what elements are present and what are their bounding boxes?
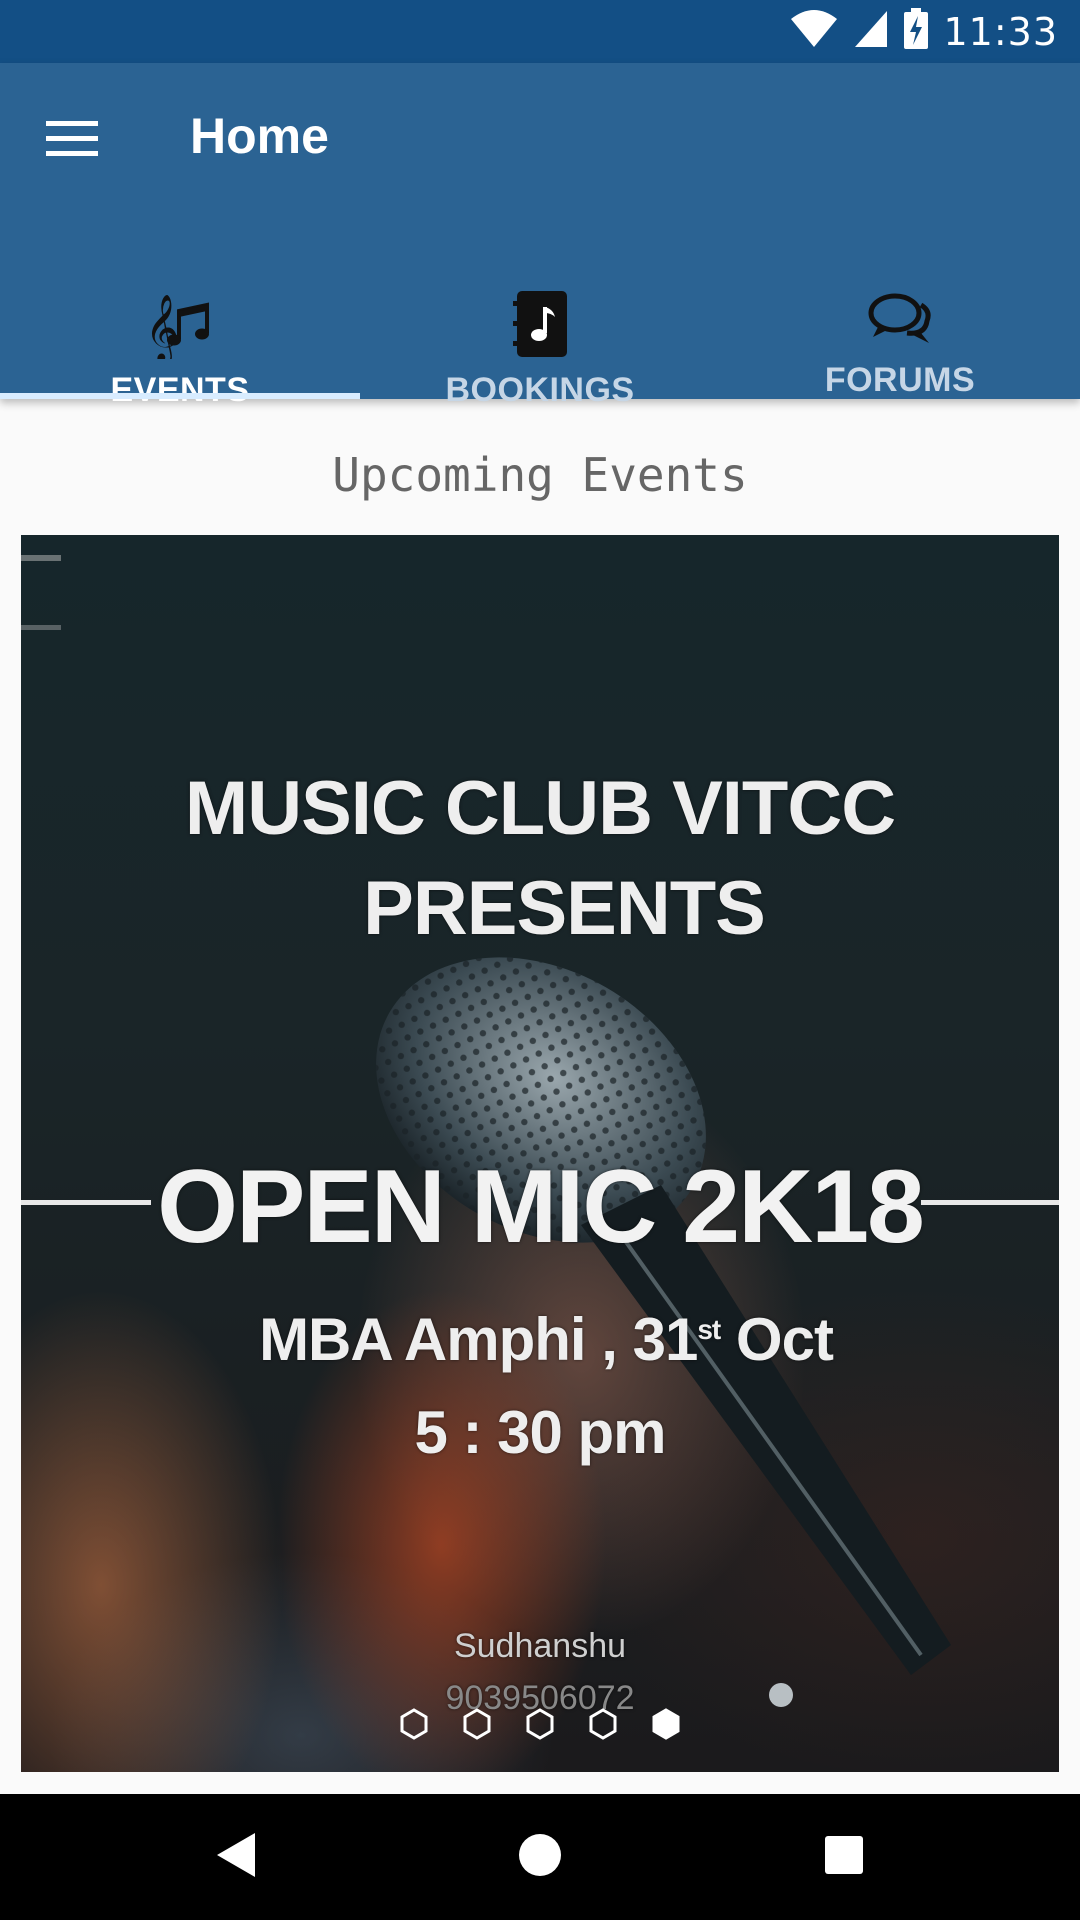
status-icons: 11:33: [789, 0, 1058, 63]
recents-icon: [823, 1834, 865, 1881]
banner-presents: PRESENTS: [363, 866, 766, 951]
home-icon: [517, 1832, 563, 1883]
hamburger-menu-icon: [46, 119, 98, 164]
menu-button[interactable]: [36, 105, 108, 177]
carousel-dot-active[interactable]: [651, 1708, 681, 1745]
tab-bookings[interactable]: BOOKINGS: [360, 228, 720, 409]
status-bar: 11:33: [0, 0, 1080, 63]
carousel-dot[interactable]: [525, 1708, 555, 1745]
app-bar: Home 𝄞 EVENTS BOOKINGS FORUMS: [0, 63, 1080, 409]
back-button[interactable]: [203, 1824, 269, 1890]
chat-bubbles-icon: [867, 291, 933, 347]
tab-indicator: [0, 393, 360, 399]
carousel-dot[interactable]: [399, 1708, 429, 1745]
wifi-icon: [789, 9, 839, 54]
battery-charging-icon: [903, 8, 929, 55]
music-book-icon: [511, 291, 569, 357]
tab-events[interactable]: 𝄞 EVENTS: [0, 228, 360, 409]
banner-time: 5 : 30 pm: [414, 1399, 666, 1466]
svg-text:𝄞: 𝄞: [145, 293, 179, 359]
carousel-dot[interactable]: [462, 1708, 492, 1745]
home-button[interactable]: [507, 1824, 573, 1890]
recents-button[interactable]: [811, 1824, 877, 1890]
event-banner-carousel[interactable]: MUSIC CLUB VITCC PRESENTS OPEN MIC 2K18 …: [21, 535, 1059, 1772]
banner-contact-name: Sudhanshu: [453, 1627, 627, 1665]
page-title: Home: [190, 108, 329, 164]
status-time: 11:33: [943, 9, 1058, 54]
banner-presenter: MUSIC CLUB VITCC: [184, 766, 896, 851]
back-icon: [215, 1831, 257, 1884]
tab-events-label: EVENTS: [110, 371, 250, 409]
section-title: Upcoming Events: [332, 448, 748, 502]
music-notes-icon: 𝄞: [145, 291, 215, 359]
carousel-indicator: [21, 1708, 1059, 1745]
banner-event-title: OPEN MIC 2K18: [157, 1149, 925, 1265]
tab-bar: 𝄞 EVENTS BOOKINGS FORUMS: [0, 228, 1080, 409]
cell-signal-icon: [853, 9, 889, 54]
tab-forums[interactable]: FORUMS: [720, 228, 1080, 399]
tab-bookings-label: BOOKINGS: [445, 371, 635, 409]
banner-venue-prefix: MBA Amphi , 31: [259, 1306, 698, 1373]
banner-venue-suffix: Oct: [720, 1306, 834, 1373]
carousel-dot[interactable]: [588, 1708, 618, 1745]
banner-venue-sup: st: [697, 1314, 721, 1345]
system-nav-bar: [0, 1794, 1080, 1920]
banner-venue: MBA Amphi , 31st Oct: [21, 1305, 1059, 1374]
tab-forums-label: FORUMS: [824, 361, 976, 399]
